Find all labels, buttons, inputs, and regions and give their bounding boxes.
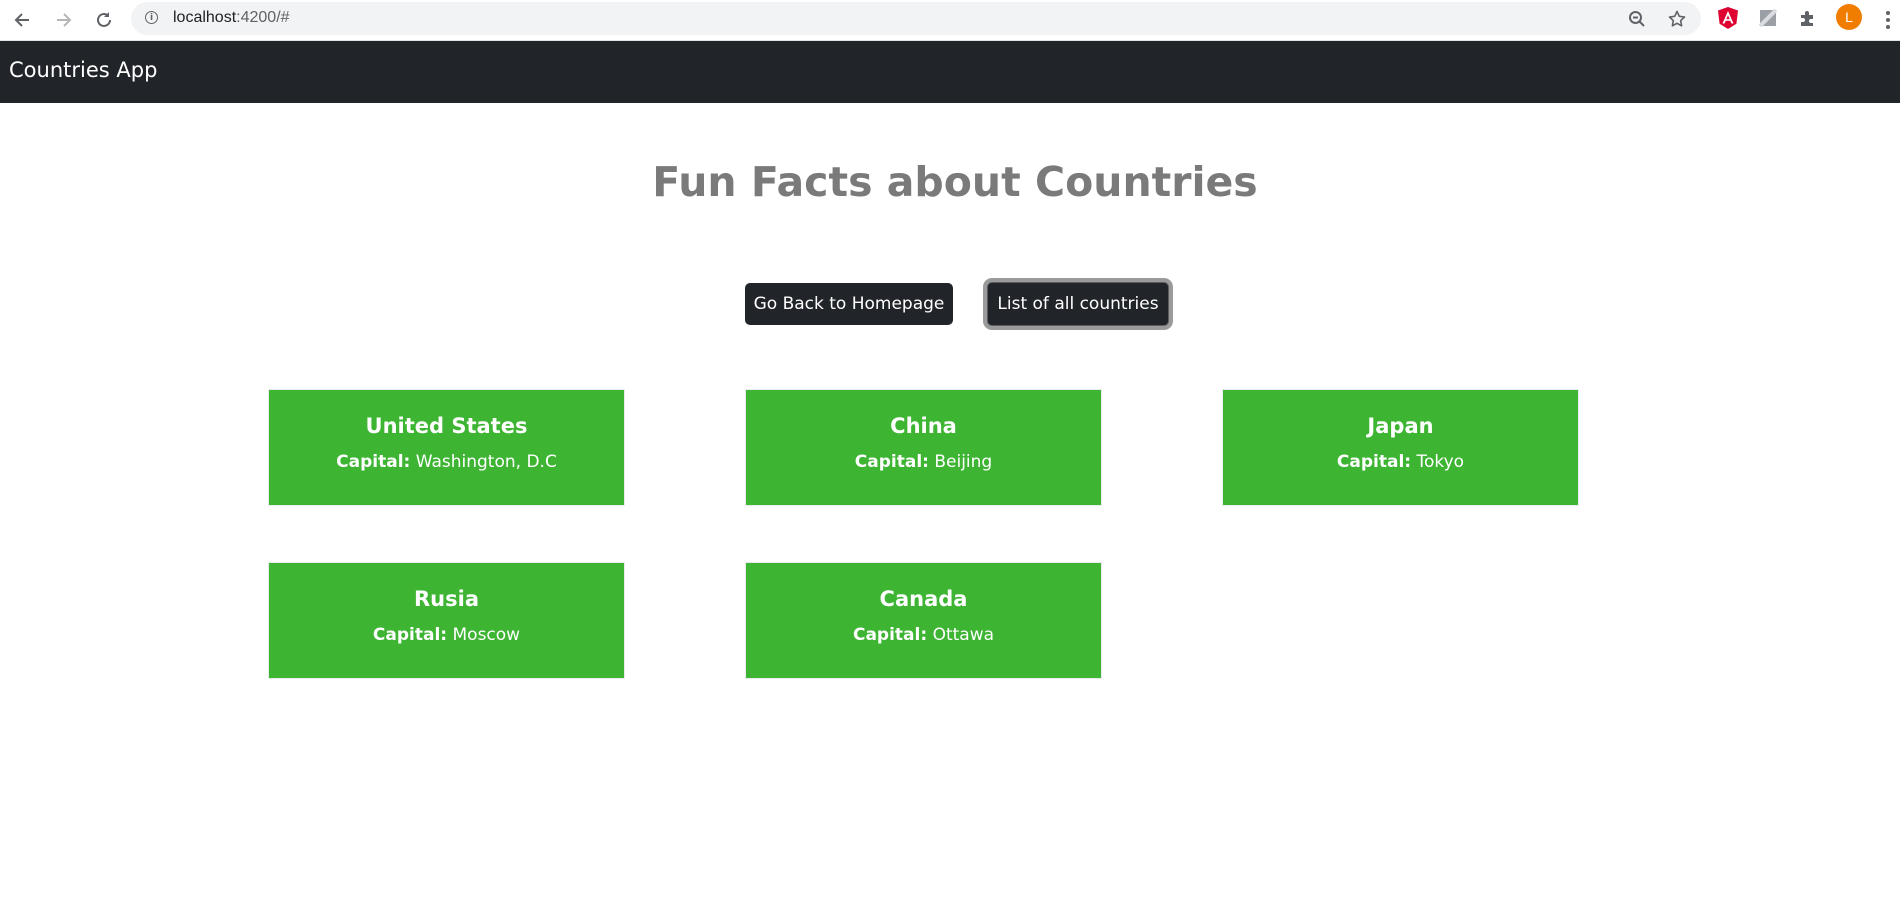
country-card: Canada Capital: Ottawa bbox=[745, 562, 1102, 679]
capital-label: Capital: bbox=[1336, 452, 1412, 472]
puzzle-icon[interactable] bbox=[1795, 5, 1821, 31]
star-icon[interactable] bbox=[1664, 6, 1690, 32]
back-arrow-icon[interactable] bbox=[8, 6, 36, 34]
capital-label: Capital: bbox=[852, 625, 928, 645]
country-name: Rusia bbox=[414, 587, 479, 611]
capital-value: Moscow bbox=[452, 625, 521, 645]
info-icon[interactable]: i bbox=[145, 11, 158, 24]
angular-extension-icon[interactable] bbox=[1715, 5, 1741, 31]
go-back-homepage-button[interactable]: Go Back to Homepage bbox=[745, 283, 953, 325]
app-navbar: Countries App bbox=[0, 41, 1900, 103]
forward-arrow-icon[interactable] bbox=[50, 6, 78, 34]
capital-value: Ottawa bbox=[932, 625, 995, 645]
profile-avatar[interactable]: L bbox=[1836, 4, 1862, 30]
country-capital: Capital: Moscow bbox=[269, 625, 624, 645]
zoom-out-icon[interactable] bbox=[1624, 6, 1650, 32]
list-all-countries-button[interactable]: List of all countries bbox=[987, 282, 1169, 326]
capital-value: Washington, D.C bbox=[415, 452, 557, 472]
menu-dots-icon[interactable] bbox=[1882, 6, 1894, 34]
country-capital: Capital: Ottawa bbox=[746, 625, 1101, 645]
page-title: Fun Facts about Countries bbox=[652, 158, 1258, 206]
country-capital: Capital: Tokyo bbox=[1223, 452, 1578, 472]
reload-icon[interactable] bbox=[90, 6, 118, 34]
capital-label: Capital: bbox=[372, 625, 448, 645]
country-card: China Capital: Beijing bbox=[745, 389, 1102, 506]
country-capital: Capital: Beijing bbox=[746, 452, 1101, 472]
extension-square-icon[interactable] bbox=[1755, 5, 1781, 31]
country-card: Japan Capital: Tokyo bbox=[1222, 389, 1579, 506]
country-capital: Capital: Washington, D.C bbox=[269, 452, 624, 472]
capital-label: Capital: bbox=[336, 452, 411, 472]
capital-label: Capital: bbox=[854, 452, 929, 472]
capital-value: Beijing bbox=[934, 452, 993, 472]
address-bar[interactable]: i localhost:4200/# bbox=[131, 2, 1701, 35]
navbar-brand[interactable]: Countries App bbox=[9, 58, 157, 82]
browser-toolbar: i localhost:4200/# L bbox=[0, 0, 1900, 41]
country-name: Canada bbox=[879, 587, 968, 611]
country-card: United States Capital: Washington, D.C bbox=[268, 389, 625, 506]
url-text[interactable]: localhost:4200/# bbox=[173, 9, 290, 27]
country-card: Rusia Capital: Moscow bbox=[268, 562, 625, 679]
country-name: China bbox=[890, 414, 957, 438]
country-name: United States bbox=[365, 414, 528, 438]
capital-value: Tokyo bbox=[1416, 452, 1465, 472]
country-name: Japan bbox=[1367, 414, 1434, 438]
